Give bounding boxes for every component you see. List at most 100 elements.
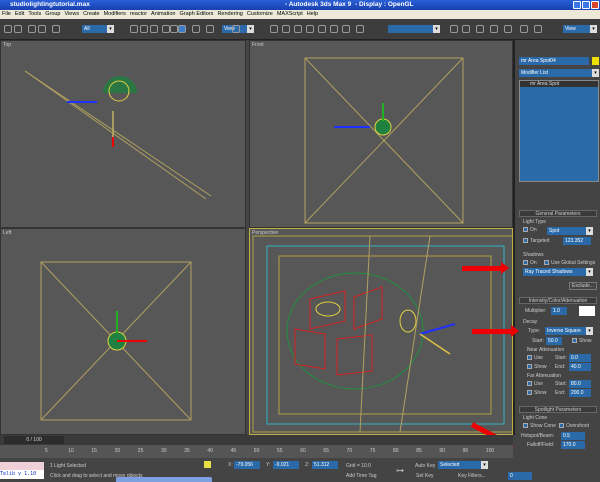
toolbar-tool-icon[interactable] [130, 25, 138, 33]
decay-start-field[interactable]: 50.0 [546, 337, 562, 345]
auto-key-button[interactable]: Auto Key [415, 463, 435, 469]
toolbar-tool-icon[interactable] [4, 25, 12, 33]
near-start-field[interactable]: 0.0 [569, 354, 591, 362]
toolbar-tool-icon[interactable] [294, 25, 302, 33]
far-start-field[interactable]: 80.0 [569, 380, 591, 388]
toolbar-tool-icon[interactable] [520, 25, 528, 33]
x-coordinate-field[interactable]: -79.056 [234, 461, 260, 469]
track-bar[interactable]: 5 10 15 20 25 30 35 40 45 50 55 60 65 70 75 80 85 90 95 100 [0, 445, 513, 458]
targeted-checkbox[interactable] [523, 238, 528, 243]
toolbar-tool-icon[interactable] [150, 25, 158, 33]
close-button[interactable] [591, 1, 599, 9]
toolbar-tool-icon[interactable] [282, 25, 290, 33]
minimize-button[interactable] [573, 1, 581, 9]
light-type-dropdown[interactable]: Spot [547, 227, 593, 235]
modifier-stack[interactable]: mr Area Spot [519, 80, 599, 182]
move-icon[interactable] [178, 25, 186, 33]
toolbar-tool-icon[interactable] [192, 25, 200, 33]
menu-maxscript[interactable]: MAXScript [277, 11, 303, 17]
render-type-dropdown[interactable]: View [563, 25, 597, 33]
target-distance-field[interactable]: 123.352 [563, 237, 591, 245]
set-key-button[interactable]: Set Key [416, 473, 434, 479]
rollout-spotlight-parameters[interactable]: Spotlight Parameters [519, 406, 597, 413]
lock-selection-icon[interactable] [204, 461, 211, 468]
falloff-field[interactable]: 170.0 [561, 441, 585, 449]
toolbar-tool-icon[interactable] [52, 25, 60, 33]
toolbar-tool-icon[interactable] [330, 25, 338, 33]
toolbar-tool-icon[interactable] [462, 25, 470, 33]
toolbar-tool-icon[interactable] [356, 25, 364, 33]
near-use-checkbox[interactable] [527, 355, 532, 360]
menu-help[interactable]: Help [307, 11, 318, 17]
menu-file[interactable]: File [2, 11, 11, 17]
overshoot-checkbox[interactable] [559, 423, 564, 428]
light-on-checkbox[interactable] [523, 227, 528, 232]
viewport-left[interactable]: Left [0, 228, 246, 435]
toolbar-tool-icon[interactable] [504, 25, 512, 33]
toolbar-tool-icon[interactable] [534, 25, 542, 33]
maxscript-listener[interactable]: Telib v 1.10 [0, 470, 44, 479]
toolbar-tool-icon[interactable] [206, 25, 214, 33]
toolbar-tool-icon[interactable] [232, 25, 240, 33]
menu-create[interactable]: Create [83, 11, 100, 17]
multiplier-field[interactable]: 1.0 [551, 307, 567, 315]
toolbar-tool-icon[interactable] [270, 25, 278, 33]
maximize-button[interactable] [582, 1, 590, 9]
time-slider[interactable]: 0 / 100 [0, 435, 513, 445]
key-icon[interactable]: ⊶ [396, 466, 404, 475]
viewport-top[interactable]: Top [0, 40, 246, 228]
far-end-field[interactable]: 200.0 [569, 389, 591, 397]
add-time-tag-button[interactable]: Add Time Tag [346, 473, 376, 479]
viewport-front[interactable]: Front [249, 40, 513, 228]
shadow-type-dropdown[interactable]: Ray Traced Shadows [523, 268, 593, 276]
stack-item[interactable]: mr Area Spot [520, 81, 598, 87]
far-use-checkbox[interactable] [527, 381, 532, 386]
hotspot-field[interactable]: 0.5 [561, 432, 585, 440]
menu-reactor[interactable]: reactor [130, 11, 147, 17]
menu-customize[interactable]: Customize [247, 11, 273, 17]
z-coordinate-field[interactable]: 51.312 [312, 461, 338, 469]
menu-views[interactable]: Views [65, 11, 80, 17]
exclude-button[interactable]: Exclude... [569, 282, 597, 290]
light-color-swatch[interactable] [579, 306, 595, 316]
show-cone-checkbox[interactable] [523, 423, 528, 428]
key-mode-dropdown[interactable]: Selected [438, 461, 488, 469]
menu-modifiers[interactable]: Modifiers [104, 11, 126, 17]
toolbar-tool-icon[interactable] [318, 25, 326, 33]
use-global-settings-checkbox[interactable] [544, 260, 549, 265]
toolbar-tool-icon[interactable] [342, 25, 350, 33]
rollout-general-parameters[interactable]: General Parameters [519, 210, 597, 217]
rollout-intensity-color-attenuation[interactable]: Intensity/Color/Attenuation [519, 297, 597, 304]
toolbar-tool-icon[interactable] [450, 25, 458, 33]
current-frame-field[interactable]: 0 [508, 472, 532, 480]
toolbar-tool-icon[interactable] [162, 25, 170, 33]
menu-edit[interactable]: Edit [15, 11, 24, 17]
menu-tools[interactable]: Tools [28, 11, 41, 17]
near-show-checkbox[interactable] [527, 364, 532, 369]
menu-rendering[interactable]: Rendering [217, 11, 242, 17]
toolbar-tool-icon[interactable] [140, 25, 148, 33]
toolbar-tool-icon[interactable] [14, 25, 22, 33]
floating-window[interactable] [116, 477, 212, 482]
shadow-on-checkbox[interactable] [523, 260, 528, 265]
toolbar-tool-icon[interactable] [170, 25, 178, 33]
y-coordinate-field[interactable]: -9.021 [273, 461, 299, 469]
object-name-field[interactable]: mr Area Spot04 [519, 57, 589, 65]
decay-type-dropdown[interactable]: Inverse Square [545, 327, 593, 335]
toolbar-tool-icon[interactable] [306, 25, 314, 33]
named-selection-dropdown[interactable] [388, 25, 440, 33]
object-color-swatch[interactable] [592, 57, 599, 65]
decay-show-checkbox[interactable] [572, 338, 577, 343]
menu-graph-editors[interactable]: Graph Editors [180, 11, 214, 17]
toolbar-tool-icon[interactable] [490, 25, 498, 33]
toolbar-tool-icon[interactable] [38, 25, 46, 33]
near-end-field[interactable]: 40.0 [569, 363, 591, 371]
time-slider-thumb[interactable]: 0 / 100 [4, 436, 64, 444]
menu-animation[interactable]: Animation [151, 11, 175, 17]
menu-group[interactable]: Group [45, 11, 60, 17]
modifier-list-dropdown[interactable]: Modifier List [519, 69, 599, 77]
selection-filter-dropdown[interactable]: All [82, 25, 114, 33]
toolbar-tool-icon[interactable] [28, 25, 36, 33]
far-show-checkbox[interactable] [527, 390, 532, 395]
key-filters-button[interactable]: Key Filters... [458, 473, 486, 479]
